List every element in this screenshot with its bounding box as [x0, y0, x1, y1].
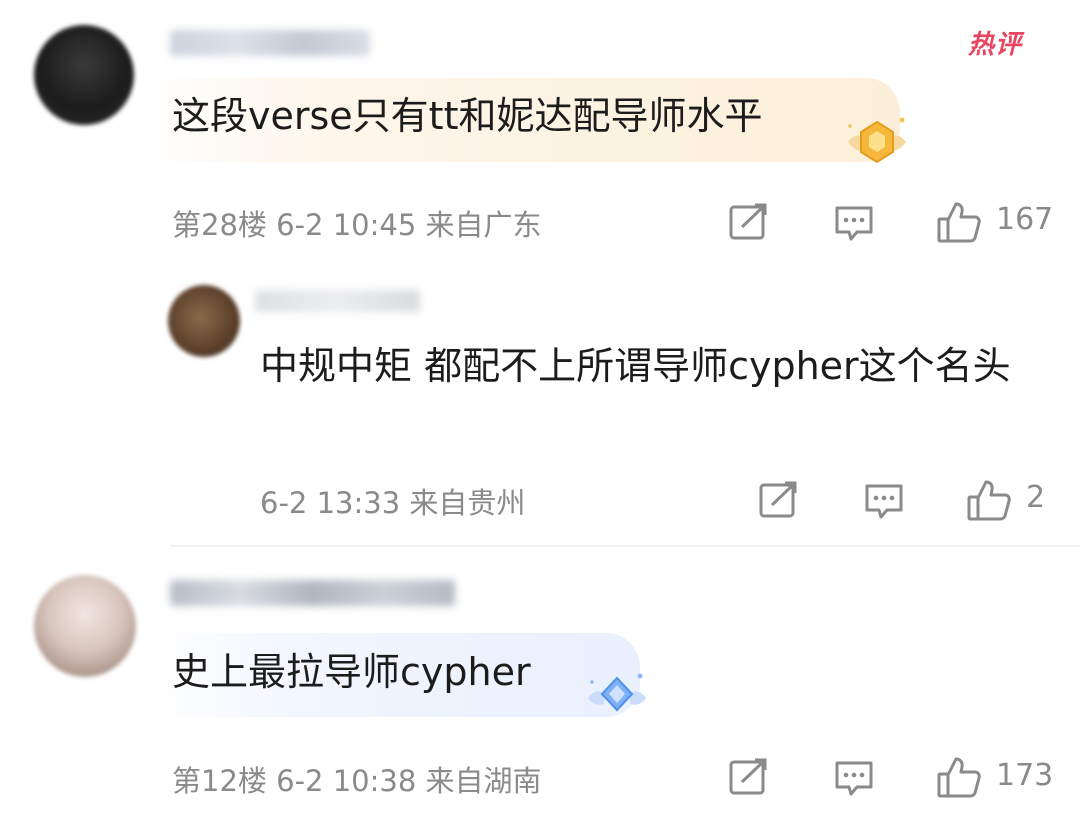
comment-icon[interactable]: [833, 202, 875, 244]
comment-text: 这段verse只有tt和妮达配导师水平: [172, 94, 763, 138]
blue-fan-badge-icon: [588, 673, 646, 712]
username-blurred[interactable]: [170, 580, 455, 606]
comment-icon[interactable]: [833, 757, 875, 799]
comment-meta: 第28楼 6-2 10:45 来自广东: [172, 208, 542, 242]
share-icon[interactable]: [728, 202, 770, 242]
share-icon[interactable]: [728, 757, 770, 797]
gold-fan-badge-icon: [848, 117, 906, 164]
thumbs-up-icon[interactable]: [966, 478, 1012, 522]
hot-comment-badge: 热评: [968, 30, 1023, 60]
thumbs-up-icon[interactable]: [936, 200, 982, 244]
like-count: 173: [996, 758, 1054, 793]
comment-meta: 第12楼 6-2 10:38 来自湖南: [172, 764, 542, 798]
comment-icon[interactable]: [863, 480, 905, 522]
username-blurred[interactable]: [170, 30, 370, 56]
like-count: 167: [996, 202, 1054, 237]
like-count: 2: [1026, 480, 1046, 515]
share-icon[interactable]: [758, 480, 800, 520]
divider: [170, 545, 1080, 547]
username-blurred[interactable]: [255, 290, 420, 312]
avatar[interactable]: [34, 25, 134, 125]
comment-text: 史上最拉导师cypher: [172, 650, 531, 694]
comment-text: 中规中矩 都配不上所谓导师cypher这个名头: [260, 344, 1011, 388]
comment-meta: 6-2 13:33 来自贵州: [260, 486, 526, 520]
avatar[interactable]: [168, 285, 240, 357]
avatar[interactable]: [34, 575, 136, 677]
thumbs-up-icon[interactable]: [936, 755, 982, 799]
